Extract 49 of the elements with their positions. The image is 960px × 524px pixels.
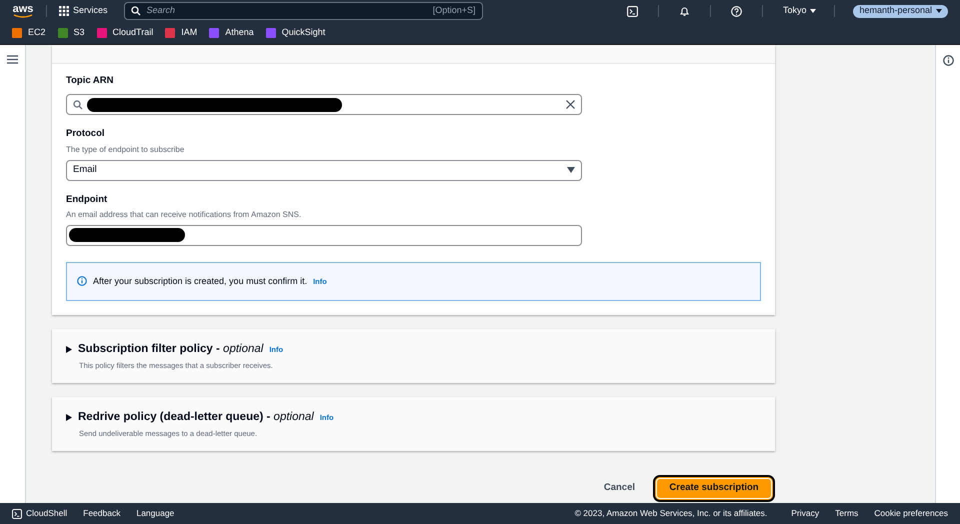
favorite-link[interactable]: S3 bbox=[58, 26, 85, 40]
copyright-text: © 2023, Amazon Web Services, Inc. or its affiliates. bbox=[574, 507, 768, 520]
protocol-select[interactable]: Email bbox=[66, 160, 582, 180]
footer-link[interactable]: Cookie preferences bbox=[874, 507, 948, 520]
section-title: Redrive policy (dead-letter queue) - optional bbox=[78, 410, 314, 424]
favorite-link[interactable]: EC2 bbox=[12, 26, 46, 40]
field-label: Protocol bbox=[66, 127, 106, 142]
info-icon bbox=[77, 276, 87, 286]
account-button[interactable]: hemanth-personal bbox=[853, 4, 948, 18]
search-placeholder: Search bbox=[146, 4, 176, 18]
search-field[interactable]: Search [Option+S] bbox=[124, 2, 483, 20]
field-label: Endpoint bbox=[66, 192, 108, 206]
feedback-link[interactable]: Feedback bbox=[83, 507, 120, 520]
terminal-icon bbox=[12, 508, 22, 518]
footer-link[interactable]: Privacy bbox=[791, 507, 820, 520]
cancel-button[interactable]: Cancel bbox=[604, 481, 635, 496]
search-icon bbox=[130, 6, 141, 16]
cloudshell-link[interactable]: CloudShell bbox=[12, 507, 68, 520]
clear-icon[interactable] bbox=[566, 100, 575, 110]
field-label: Topic ARN bbox=[66, 74, 114, 88]
favorite-link[interactable]: Athena bbox=[209, 26, 254, 40]
create-subscription-button[interactable]: Create subscription bbox=[653, 474, 775, 502]
language-link[interactable]: Language bbox=[136, 507, 174, 520]
grid-icon bbox=[59, 6, 69, 16]
field-description: The type of endpoint to subscribe bbox=[66, 144, 186, 156]
favorite-link[interactable]: QuickSight bbox=[266, 26, 326, 40]
footer-link[interactable]: Terms bbox=[835, 507, 858, 520]
topic-search-field[interactable] bbox=[66, 94, 582, 116]
caret-right-icon[interactable] bbox=[66, 346, 72, 353]
shortcut-hint: [Option+S] bbox=[432, 4, 476, 18]
favorite-link[interactable]: IAM bbox=[165, 26, 198, 40]
menu-icon[interactable] bbox=[7, 55, 18, 64]
alert-text: After your subscription is created, you must confirm it. bbox=[93, 274, 308, 288]
search-icon bbox=[73, 100, 83, 110]
region-button[interactable]: Tokyo bbox=[782, 4, 816, 18]
endpoint-field[interactable] bbox=[66, 224, 582, 246]
help-icon[interactable] bbox=[730, 6, 742, 16]
bell-icon[interactable] bbox=[678, 6, 690, 16]
section-title: Subscription filter policy - optional bbox=[78, 342, 264, 356]
caret-right-icon[interactable] bbox=[66, 414, 72, 421]
caret-down-icon bbox=[567, 167, 575, 173]
aws-logo[interactable]: aws bbox=[12, 3, 34, 19]
caret-down-icon bbox=[810, 9, 816, 13]
field-description: An email address that can receive notifications from Amazon SNS. bbox=[66, 208, 302, 221]
services-button[interactable]: Services bbox=[59, 4, 108, 18]
favorite-link[interactable]: CloudTrail bbox=[96, 26, 154, 40]
caret-down-icon bbox=[936, 9, 942, 13]
info-icon[interactable] bbox=[942, 55, 954, 66]
terminal-icon[interactable] bbox=[626, 6, 638, 16]
